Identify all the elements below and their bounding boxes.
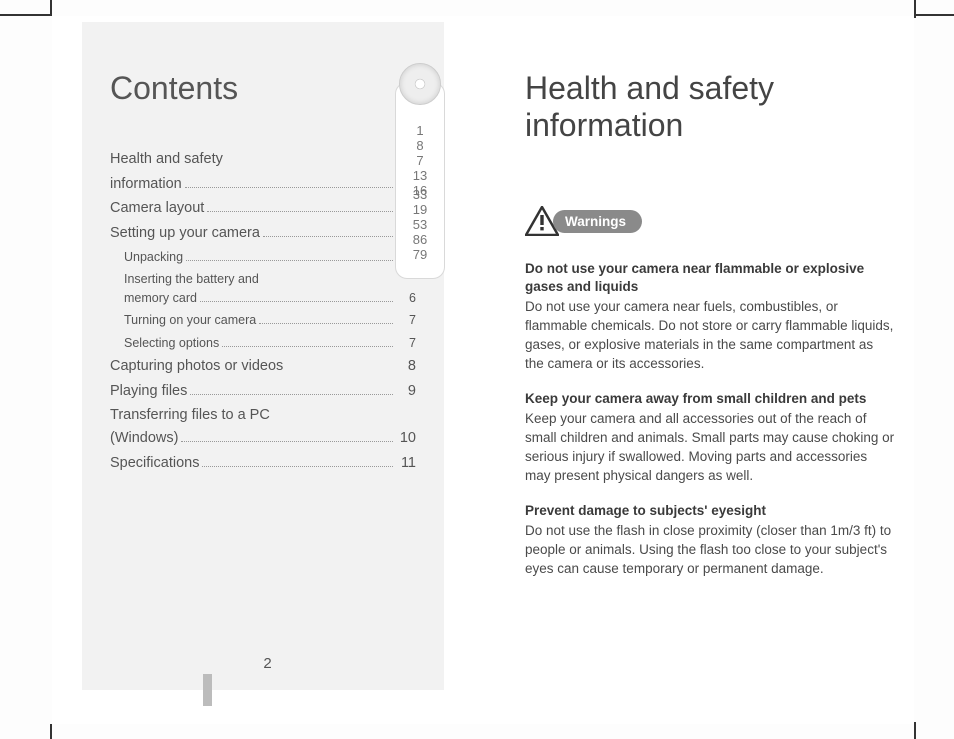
toc-page: 7	[396, 309, 416, 332]
toc-item: Playing files 9	[110, 379, 416, 404]
warning-section: Prevent damage to subjects' eyesight Do …	[525, 502, 895, 579]
toc-label: (Windows)	[110, 426, 178, 451]
warning-body: Keep your camera and all accessories out…	[525, 410, 895, 486]
toc-page: 7	[396, 332, 416, 355]
toc-item: Camera layout 4	[110, 196, 416, 221]
warning-section: Keep your camera away from small childre…	[525, 390, 895, 486]
toc-label: Playing files	[110, 379, 187, 404]
toc-label: memory card	[124, 287, 197, 310]
thumb-index-number: 19	[396, 202, 444, 217]
right-page: Health and safety information Warnings D…	[483, 16, 914, 724]
warning-heading: Prevent damage to subjects' eyesight	[525, 502, 895, 520]
toc-subitem: Unpacking 5	[110, 246, 416, 269]
toc-label: Setting up your camera	[110, 221, 260, 246]
toc-item: Transferring files to a PC	[110, 403, 416, 428]
toc-subitem: memory card 6	[110, 287, 416, 310]
toc-label: Transferring files to a PC	[110, 403, 270, 428]
contents-heading: Contents	[110, 70, 416, 107]
toc-item: Specifications 11	[110, 451, 416, 476]
toc-page: 9	[396, 379, 416, 404]
toc-label: Turning on your camera	[124, 309, 256, 332]
toc-label: information	[110, 172, 182, 197]
toc-item: information 2	[110, 172, 416, 197]
toc-item: Health and safety	[110, 147, 416, 172]
warning-body: Do not use your camera near fuels, combu…	[525, 298, 895, 374]
thumb-index-tab: 1 8 7 13 16 33 19 53 86 79	[395, 82, 445, 279]
toc-page: 10	[396, 426, 416, 451]
page-number: 2	[52, 655, 483, 672]
section-heading: Health and safety information	[525, 70, 895, 144]
warning-heading: Keep your camera away from small childre…	[525, 390, 895, 408]
toc-page: 11	[396, 451, 416, 476]
toc-label: Unpacking	[124, 246, 183, 269]
toc-subitem: Selecting options 7	[110, 332, 416, 355]
thumb-index-number: 8	[396, 138, 444, 153]
toc-item: Capturing photos or videos 8	[110, 354, 416, 379]
thumb-index-number: 13	[396, 168, 444, 183]
warnings-label: Warnings	[553, 210, 642, 233]
thumb-index-number: 79	[396, 247, 444, 262]
right-page-content: Health and safety information Warnings D…	[525, 70, 895, 595]
toc-item: (Windows) 10	[110, 426, 416, 451]
toc-page: 8	[396, 354, 416, 379]
page-spread: Contents Health and safety information 2…	[52, 16, 914, 724]
toc-subitem: Turning on your camera 7	[110, 309, 416, 332]
toc-page: 6	[396, 287, 416, 310]
thumb-index-number: 33	[396, 187, 444, 202]
warning-section: Do not use your camera near flammable or…	[525, 260, 895, 374]
page-edge-tab	[203, 674, 212, 706]
left-page: Contents Health and safety information 2…	[52, 16, 483, 724]
table-of-contents: Health and safety information 2 Camera l…	[110, 147, 416, 475]
toc-label: Capturing photos or videos	[110, 354, 283, 379]
warning-heading: Do not use your camera near flammable or…	[525, 260, 895, 296]
warnings-badge: Warnings	[525, 206, 642, 236]
toc-item: Setting up your camera 5	[110, 221, 416, 246]
toc-label: Health and safety	[110, 147, 223, 172]
thumb-index-number: 53	[396, 217, 444, 232]
toc-label: Specifications	[110, 451, 199, 476]
left-page-content: Contents Health and safety information 2…	[82, 22, 444, 690]
thumb-index-number: 1	[396, 123, 444, 138]
thumb-index-number: 86	[396, 232, 444, 247]
toc-label: Camera layout	[110, 196, 204, 221]
toc-label: Selecting options	[124, 332, 219, 355]
thumb-index-number: 7	[396, 153, 444, 168]
cd-icon	[399, 63, 441, 105]
warning-body: Do not use the flash in close proximity …	[525, 522, 895, 579]
